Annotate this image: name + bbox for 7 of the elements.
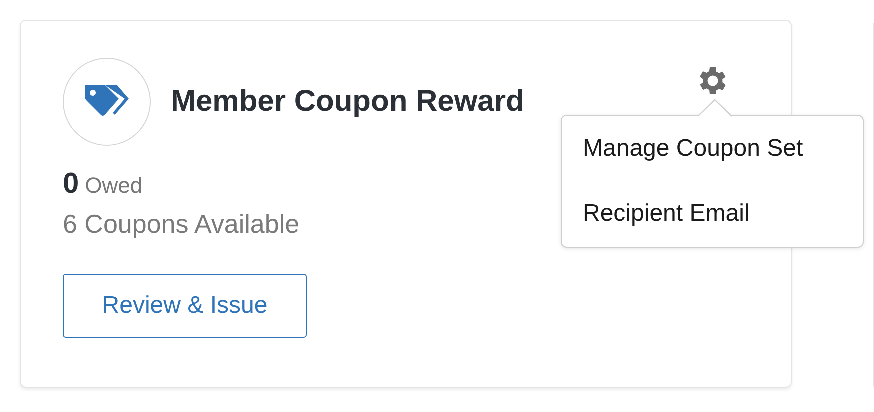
menu-item[interactable]: Recipient Email xyxy=(583,197,863,230)
coupons-available: 6 Coupons Available xyxy=(63,209,300,240)
menu-item[interactable]: Manage Coupon Set xyxy=(583,132,863,165)
review-issue-button[interactable]: Review & Issue xyxy=(63,274,307,338)
owed-count: 0 xyxy=(63,168,80,201)
card-title: Member Coupon Reward xyxy=(171,85,524,119)
owed-label: Owed xyxy=(85,173,143,199)
